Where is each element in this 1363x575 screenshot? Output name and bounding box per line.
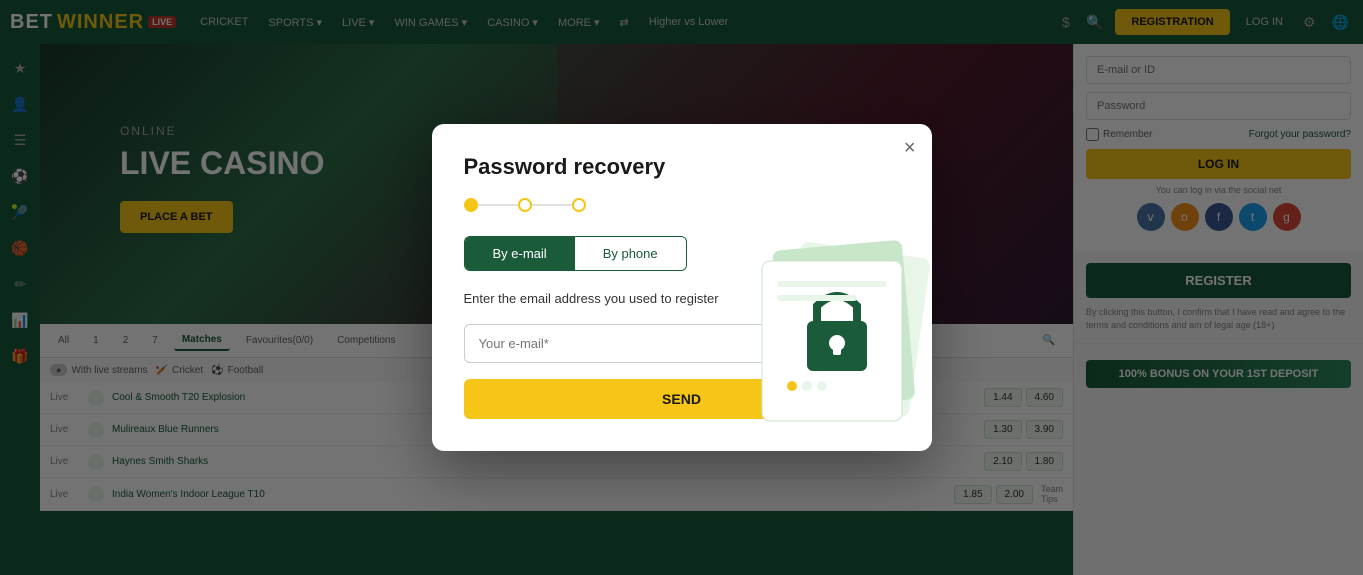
password-recovery-modal: × Password recovery By e-mail By phone E… — [432, 124, 932, 452]
tab-by-phone[interactable]: By phone — [575, 237, 686, 270]
modal-title: Password recovery — [464, 154, 900, 180]
modal-backdrop: × Password recovery By e-mail By phone E… — [0, 0, 1363, 575]
progress-indicator — [464, 198, 900, 212]
modal-close-button[interactable]: × — [904, 138, 916, 158]
progress-dot-3 — [572, 198, 586, 212]
progress-line-2 — [532, 204, 572, 206]
recovery-method-tabs: By e-mail By phone — [464, 236, 687, 271]
tab-by-email[interactable]: By e-mail — [465, 237, 575, 270]
progress-dot-1 — [464, 198, 478, 212]
progress-dot-2 — [518, 198, 532, 212]
lock-illustration — [742, 211, 942, 431]
progress-line-1 — [478, 204, 518, 206]
